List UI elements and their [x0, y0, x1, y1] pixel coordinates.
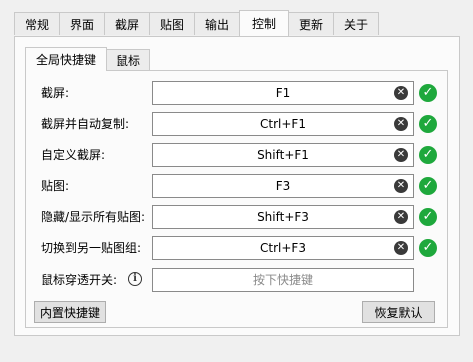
- hotkey-input[interactable]: Shift+F1 ✕: [152, 143, 414, 167]
- hotkey-input[interactable]: Ctrl+F1 ✕: [152, 112, 414, 136]
- hotkey-row-custom-screenshot: 自定义截屏: Shift+F1 ✕ ✓: [41, 143, 441, 167]
- check-circle-icon: ✓: [419, 115, 437, 133]
- hotkey-row-switch-group: 切换到另一贴图组: Ctrl+F3 ✕ ✓: [41, 236, 441, 260]
- check-circle-icon: ✓: [419, 177, 437, 195]
- hotkey-input[interactable]: 按下快捷键: [152, 268, 414, 292]
- hotkey-value: Ctrl+F1: [260, 117, 306, 131]
- hotkey-row-mouse-passthrough: 鼠标穿透开关: i 按下快捷键: [41, 268, 441, 292]
- clear-circle-x-icon[interactable]: ✕: [394, 148, 408, 162]
- hotkey-input[interactable]: Ctrl+F3 ✕: [152, 236, 414, 260]
- hotkey-input[interactable]: F3 ✕: [152, 174, 414, 198]
- hotkey-label: 鼠标穿透开关:: [41, 273, 118, 287]
- tab-control[interactable]: 控制: [239, 10, 289, 36]
- tab-screenshot[interactable]: 截屏: [104, 12, 150, 35]
- hotkey-value: Shift+F1: [257, 148, 309, 162]
- hotkey-row-screenshot-copy: 截屏并自动复制: Ctrl+F1 ✕ ✓: [41, 112, 441, 136]
- hotkey-input[interactable]: F1 ✕: [152, 81, 414, 105]
- info-icon[interactable]: i: [128, 272, 142, 286]
- clear-circle-x-icon[interactable]: ✕: [394, 86, 408, 100]
- settings-tab-bar: 常规 界面 截屏 贴图 输出 控制 更新 关于: [14, 10, 379, 36]
- check-circle-icon: ✓: [419, 208, 437, 226]
- check-circle-icon: ✓: [419, 84, 437, 102]
- check-circle-icon: ✓: [419, 239, 437, 257]
- hotkey-value: F3: [275, 179, 291, 193]
- control-subtab-bar: 全局快捷键 鼠标: [25, 47, 150, 71]
- tab-pin[interactable]: 贴图: [149, 12, 195, 35]
- hotkey-row-toggle-pins: 隐藏/显示所有贴图: Shift+F3 ✕ ✓: [41, 205, 441, 229]
- hotkey-value: Shift+F3: [257, 210, 309, 224]
- hotkey-label: 截屏:: [41, 86, 70, 100]
- hotkey-label: 截屏并自动复制:: [41, 117, 130, 131]
- restore-defaults-button[interactable]: 恢复默认: [362, 301, 435, 323]
- tab-output[interactable]: 输出: [194, 12, 240, 35]
- hotkey-row-pin: 贴图: F3 ✕ ✓: [41, 174, 441, 198]
- hotkey-label: 自定义截屏:: [41, 148, 106, 162]
- clear-circle-x-icon[interactable]: ✕: [394, 179, 408, 193]
- tab-about[interactable]: 关于: [333, 12, 379, 35]
- clear-circle-x-icon[interactable]: ✕: [394, 117, 408, 131]
- tab-update[interactable]: 更新: [288, 12, 334, 35]
- hotkey-row-screenshot: 截屏: F1 ✕ ✓: [41, 81, 441, 105]
- hotkey-value: F1: [275, 86, 291, 100]
- builtin-hotkeys-button[interactable]: 内置快捷键: [34, 301, 106, 323]
- hotkey-placeholder: 按下快捷键: [252, 273, 313, 287]
- clear-circle-x-icon[interactable]: ✕: [394, 241, 408, 255]
- tab-general[interactable]: 常规: [14, 12, 60, 35]
- subtab-mouse[interactable]: 鼠标: [106, 49, 150, 70]
- hotkey-value: Ctrl+F3: [260, 241, 306, 255]
- hotkey-label: 贴图:: [41, 179, 70, 193]
- check-circle-icon: ✓: [419, 146, 437, 164]
- clear-circle-x-icon[interactable]: ✕: [394, 210, 408, 224]
- hotkey-label: 隐藏/显示所有贴图:: [41, 210, 146, 224]
- tab-interface[interactable]: 界面: [59, 12, 105, 35]
- subtab-global-hotkeys[interactable]: 全局快捷键: [25, 47, 107, 71]
- hotkey-label: 切换到另一贴图组:: [41, 241, 142, 255]
- hotkey-input[interactable]: Shift+F3 ✕: [152, 205, 414, 229]
